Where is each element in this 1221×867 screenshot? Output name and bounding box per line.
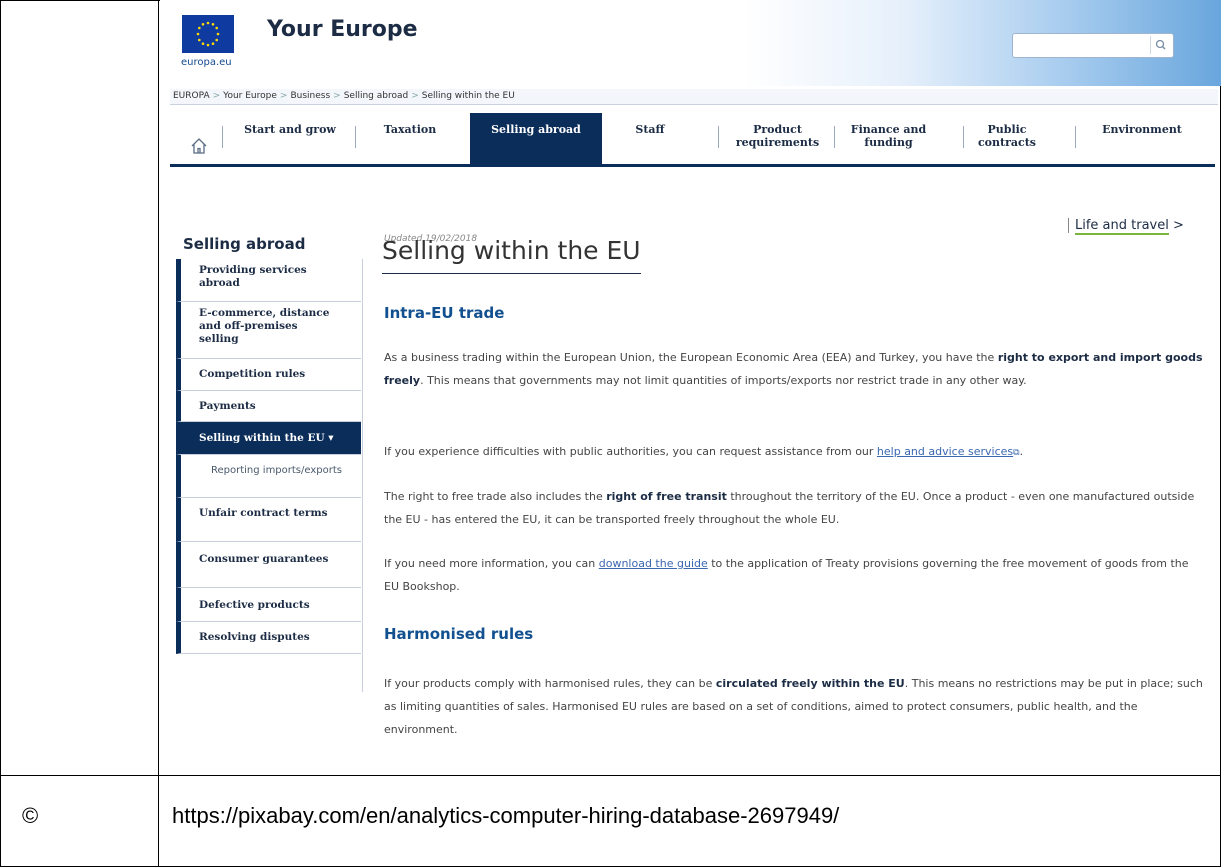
sidebar-item-consumer-guarantees[interactable]: Consumer guarantees: [176, 542, 361, 588]
nav-item-start-and-grow[interactable]: Start and grow: [230, 113, 350, 164]
eu-stars-icon: [196, 21, 220, 47]
search-button[interactable]: [1150, 36, 1171, 54]
breadcrumb-item[interactable]: EUROPA: [173, 91, 210, 101]
paragraph-assistance: If you experience difficulties with publ…: [384, 445, 1024, 458]
nav-item-public-contracts[interactable]: Public contracts: [972, 113, 1042, 164]
paragraph-free-transit: The right to free trade also includes th…: [384, 490, 1195, 526]
breadcrumb-separator: >: [411, 91, 419, 101]
sidebar-item-defective-products[interactable]: Defective products: [176, 588, 361, 622]
paragraph-guide: If you need more information, you can do…: [384, 557, 1189, 593]
source-url: https://pixabay.com/en/analytics-compute…: [172, 803, 840, 828]
section-heading-harmonised-rules: Harmonised rules: [384, 625, 534, 643]
table-row-divider: [0, 775, 1221, 776]
sidebar-item-e-commerce[interactable]: E-commerce, distance and off-premises se…: [176, 302, 361, 359]
nav-separator: [963, 126, 964, 148]
search-icon: [1155, 39, 1166, 50]
nav-item-taxation[interactable]: Taxation: [365, 113, 455, 164]
sidebar-item-competition-rules[interactable]: Competition rules: [176, 359, 361, 391]
breadcrumb-item[interactable]: Business: [290, 91, 330, 101]
help-and-advice-link[interactable]: help and advice services: [877, 445, 1013, 458]
site-header: europa.eu Your Europe: [160, 0, 1221, 86]
nav-separator: [355, 126, 356, 148]
nav-item-environment[interactable]: Environment: [1082, 113, 1202, 164]
sidebar-subitem-reporting[interactable]: Reporting imports/exports: [176, 455, 361, 498]
sidebar-item-providing-services[interactable]: Providing services abroad: [176, 259, 361, 302]
site-title[interactable]: Your Europe: [267, 17, 418, 42]
life-and-travel-label: Life and travel: [1075, 218, 1169, 235]
breadcrumb-item[interactable]: Selling abroad: [344, 91, 409, 101]
nav-item-selling-abroad[interactable]: Selling abroad: [470, 113, 602, 164]
paragraph-harmonised-rules: If your products comply with harmonised …: [384, 677, 1203, 736]
nav-separator: [1075, 126, 1076, 148]
nav-separator: [222, 126, 223, 148]
life-and-travel-link[interactable]: Life and travel >: [1068, 218, 1184, 235]
sidebar-title: Selling abroad: [183, 235, 306, 253]
logo-caption: europa.eu: [181, 57, 232, 68]
nav-item-product-requirements[interactable]: Product requirements: [725, 113, 830, 164]
paragraph-right-to-trade: As a business trading within the Europea…: [384, 351, 1203, 387]
home-icon[interactable]: [190, 137, 208, 155]
breadcrumb: EUROPA > Your Europe > Business > Selling abro…: [170, 89, 1218, 105]
main-nav: Start and grow Taxation Selling abroad S…: [170, 113, 1215, 167]
breadcrumb-separator: >: [333, 91, 341, 101]
sidebar-menu: Providing services abroad E-commerce, di…: [176, 259, 363, 692]
download-guide-link[interactable]: download the guide: [599, 557, 708, 570]
sidebar-item-unfair-contract-terms[interactable]: Unfair contract terms: [176, 498, 361, 542]
nav-separator: [834, 126, 835, 148]
nav-item-staff[interactable]: Staff: [615, 113, 685, 164]
breadcrumb-separator: >: [279, 91, 288, 101]
page-title: Selling within the EU: [382, 236, 641, 274]
nav-separator: [718, 126, 719, 148]
search-input[interactable]: [1012, 33, 1174, 58]
sidebar-item-payments[interactable]: Payments: [176, 391, 361, 422]
breadcrumb-separator: >: [212, 91, 221, 101]
section-heading-intra-eu-trade: Intra-EU trade: [384, 304, 505, 322]
breadcrumb-current: Selling within the EU: [421, 91, 515, 101]
sidebar-item-resolving-disputes[interactable]: Resolving disputes: [176, 622, 361, 654]
breadcrumb-item[interactable]: Your Europe: [223, 91, 277, 101]
table-column-divider: [158, 0, 159, 867]
nav-item-finance-and-funding[interactable]: Finance and funding: [846, 113, 931, 164]
copyright-symbol: ©: [22, 803, 39, 828]
eu-flag-logo[interactable]: [182, 15, 234, 53]
sidebar-item-selling-within-eu[interactable]: Selling within the EU ▾: [176, 422, 361, 455]
chevron-right-icon: >: [1173, 218, 1184, 233]
